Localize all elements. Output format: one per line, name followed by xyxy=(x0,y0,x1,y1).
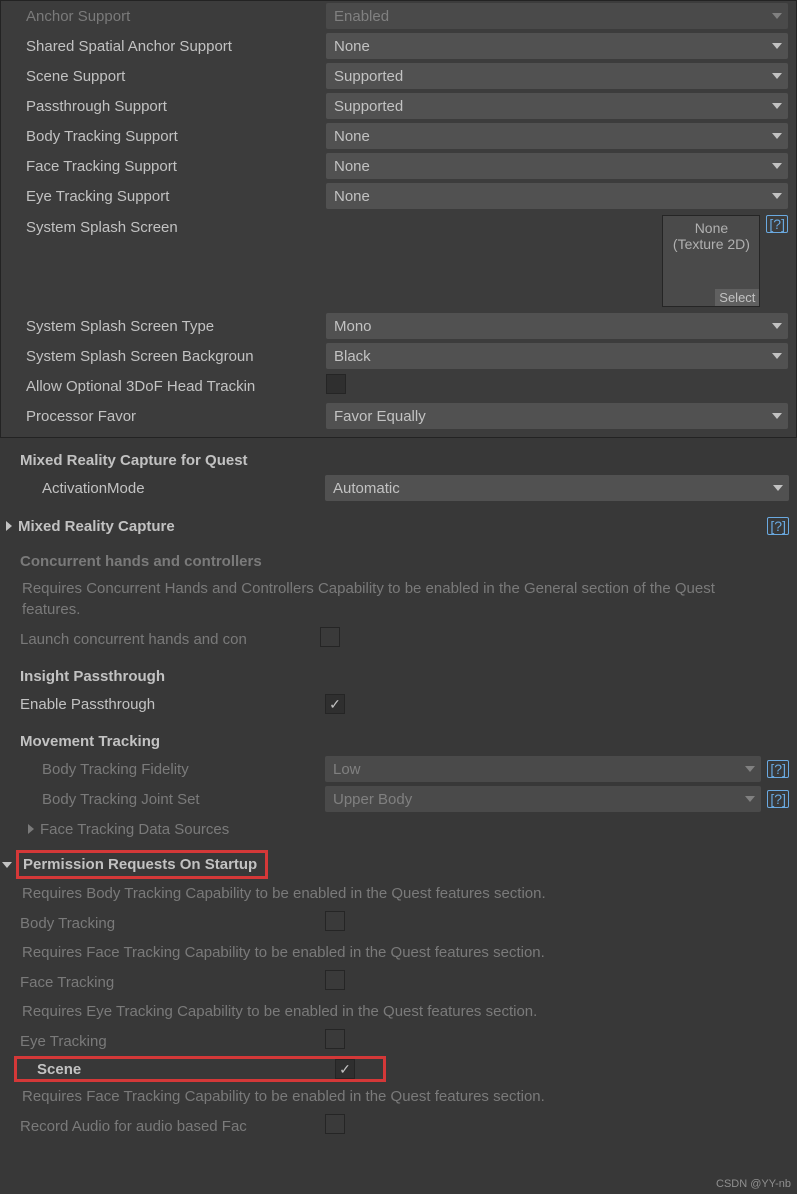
perm-audio-label: Record Audio for audio based Fac xyxy=(20,1118,325,1135)
allow-3dof-checkbox[interactable] xyxy=(326,374,346,394)
insight-passthrough-header: Insight Passthrough xyxy=(0,654,797,689)
perm-eye-label: Eye Tracking xyxy=(20,1033,325,1050)
allow-3dof-label: Allow Optional 3DoF Head Trackin xyxy=(26,378,326,395)
perm-scene-label: Scene xyxy=(37,1061,335,1078)
body-tracking-support-dropdown[interactable]: None xyxy=(326,123,788,149)
launch-concurrent-checkbox xyxy=(320,627,340,647)
face-tracking-support-label: Face Tracking Support xyxy=(26,158,326,175)
perm-eye-checkbox xyxy=(325,1029,345,1049)
eye-tracking-support-dropdown[interactable]: None xyxy=(326,183,788,209)
watermark: CSDN @YY-nb xyxy=(716,1178,791,1190)
eye-tracking-support-label: Eye Tracking Support xyxy=(26,188,326,205)
perm-scene-checkbox[interactable]: ✓ xyxy=(335,1059,355,1079)
face-tracking-support-dropdown[interactable]: None xyxy=(326,153,788,179)
texture-select-button[interactable]: Select xyxy=(715,289,759,306)
permissions-foldout-arrow-icon[interactable] xyxy=(2,862,12,868)
splash-help-icon[interactable]: [?] xyxy=(766,215,788,233)
activation-mode-dropdown[interactable]: Automatic xyxy=(325,475,789,501)
body-fidelity-label: Body Tracking Fidelity xyxy=(42,761,325,778)
concurrent-info: Requires Concurrent Hands and Controller… xyxy=(0,574,797,624)
shared-anchor-label: Shared Spatial Anchor Support xyxy=(26,38,326,55)
splash-screen-label: System Splash Screen xyxy=(26,215,326,236)
launch-concurrent-label: Launch concurrent hands and con xyxy=(20,631,320,648)
eye-req-info: Requires Eye Tracking Capability to be e… xyxy=(0,997,797,1026)
anchor-support-label: Anchor Support xyxy=(26,8,326,25)
face-sources-foldout[interactable]: Face Tracking Data Sources xyxy=(40,821,229,838)
mrc-foldout-arrow-icon[interactable] xyxy=(6,521,12,531)
texture-type-label: (Texture 2D) xyxy=(673,236,750,252)
body-joint-set-dropdown: Upper Body xyxy=(325,786,761,812)
body-joint-set-help-icon[interactable]: [?] xyxy=(767,790,789,808)
audio-req-info: Requires Face Tracking Capability to be … xyxy=(0,1082,797,1111)
body-fidelity-help-icon[interactable]: [?] xyxy=(767,760,789,778)
body-req-info: Requires Body Tracking Capability to be … xyxy=(0,879,797,908)
perm-audio-checkbox xyxy=(325,1114,345,1134)
concurrent-header: Concurrent hands and controllers xyxy=(0,539,797,574)
body-tracking-support-label: Body Tracking Support xyxy=(26,128,326,145)
enable-passthrough-checkbox[interactable]: ✓ xyxy=(325,694,345,714)
splash-bg-dropdown[interactable]: Black xyxy=(326,343,788,369)
anchor-support-dropdown: Enabled xyxy=(326,3,788,29)
shared-anchor-dropdown[interactable]: None xyxy=(326,33,788,59)
face-sources-arrow-icon[interactable] xyxy=(28,824,34,834)
texture-none-label: None xyxy=(695,220,728,236)
passthrough-support-label: Passthrough Support xyxy=(26,98,326,115)
body-joint-set-label: Body Tracking Joint Set xyxy=(42,791,325,808)
perm-body-checkbox xyxy=(325,911,345,931)
perm-face-checkbox xyxy=(325,970,345,990)
body-fidelity-dropdown: Low xyxy=(325,756,761,782)
processor-favor-label: Processor Favor xyxy=(26,408,326,425)
splash-screen-texture-picker[interactable]: None (Texture 2D) Select xyxy=(662,215,760,307)
processor-favor-dropdown[interactable]: Favor Equally xyxy=(326,403,788,429)
perm-face-label: Face Tracking xyxy=(20,974,325,991)
movement-tracking-header: Movement Tracking xyxy=(0,719,797,754)
face-req-info: Requires Face Tracking Capability to be … xyxy=(0,938,797,967)
permissions-header[interactable]: Permission Requests On Startup xyxy=(16,850,268,879)
enable-passthrough-label: Enable Passthrough xyxy=(20,696,325,713)
perm-body-label: Body Tracking xyxy=(20,915,325,932)
scene-support-dropdown[interactable]: Supported xyxy=(326,63,788,89)
mrc-help-icon[interactable]: [?] xyxy=(767,517,789,535)
mrc-header[interactable]: Mixed Reality Capture xyxy=(18,518,761,535)
splash-type-label: System Splash Screen Type xyxy=(26,318,326,335)
scene-support-label: Scene Support xyxy=(26,68,326,85)
activation-mode-label: ActivationMode xyxy=(42,480,325,497)
passthrough-support-dropdown[interactable]: Supported xyxy=(326,93,788,119)
mrc-quest-header: Mixed Reality Capture for Quest xyxy=(0,442,797,473)
splash-type-dropdown[interactable]: Mono xyxy=(326,313,788,339)
splash-bg-label: System Splash Screen Backgroun xyxy=(26,348,326,365)
